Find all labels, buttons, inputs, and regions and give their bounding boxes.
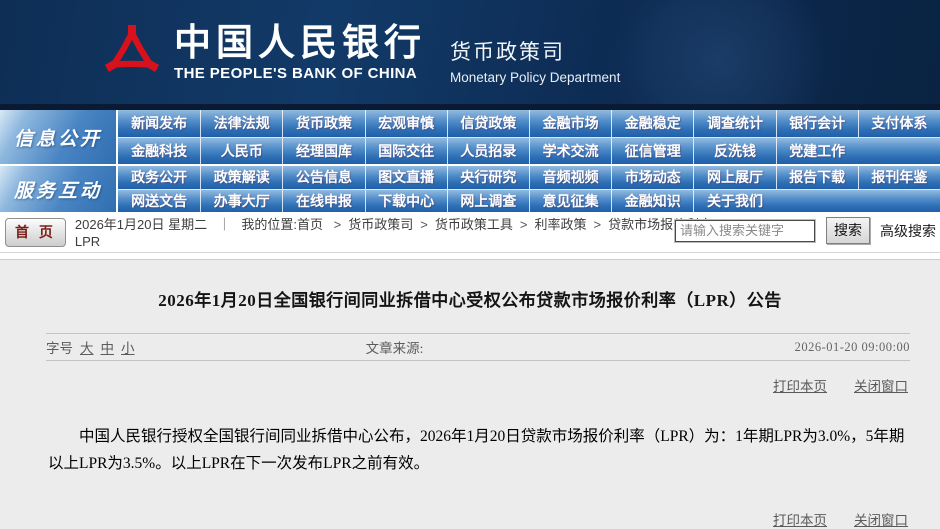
nav-item[interactable]: 办事大厅 (200, 189, 282, 212)
department-name-cn: 货币政策司 (450, 40, 565, 64)
nav-item[interactable]: 音频视频 (528, 166, 611, 189)
nav-item[interactable]: 学术交流 (528, 137, 611, 164)
breadcrumb-item[interactable]: 货币政策司 (348, 217, 413, 232)
nav-item[interactable]: 报告下载 (775, 166, 858, 189)
nav-item[interactable]: 市场动态 (611, 166, 693, 189)
print-page-link[interactable]: 打印本页 (773, 509, 827, 529)
breadcrumb-divider: ｜ (217, 217, 231, 232)
nav-item[interactable]: 货币政策 (282, 110, 364, 137)
nav-item[interactable]: 调查统计 (693, 110, 775, 137)
font-size-large-link[interactable]: 大 (80, 337, 94, 357)
close-window-link[interactable]: 关闭窗口 (854, 509, 908, 529)
nav-item-empty (776, 190, 858, 213)
department-name-en: Monetary Policy Department (450, 69, 621, 85)
article-meta-row: 字号 大 中 小 文章来源: 2026-01-20 09:00:00 (46, 333, 910, 361)
breadcrumb-separator: > (333, 217, 342, 232)
nav-item[interactable]: 下载中心 (364, 189, 447, 212)
nav-item[interactable]: 在线申报 (282, 189, 364, 212)
breadcrumb-location-home[interactable]: 我的位置:首页 (241, 217, 323, 232)
search-area: 搜索 高级搜索 (674, 217, 936, 244)
nav-item[interactable]: 金融稳定 (611, 110, 693, 137)
nav-item[interactable]: 国际交往 (364, 137, 447, 164)
site-header: 中国人民银行 THE PEOPLE'S BANK OF CHINA 货币政策司 … (0, 0, 940, 104)
breadcrumb-separator: > (420, 217, 428, 232)
nav-item[interactable]: 政务公开 (118, 166, 200, 189)
nav-item[interactable]: 法律法规 (200, 110, 282, 137)
nav-item[interactable]: 图文直播 (364, 166, 447, 189)
article-datetime: 2026-01-20 09:00:00 (794, 339, 910, 354)
current-date: 2026年1月20日 星期二 (74, 217, 208, 232)
home-button[interactable]: 首 页 (5, 218, 66, 247)
nav-item[interactable]: 金融知识 (611, 189, 693, 212)
article-source-label: 文章来源: (365, 341, 424, 356)
font-size-small-link[interactable]: 小 (121, 337, 135, 357)
breadcrumb-path: > 货币政策司 > 货币政策工具 > 利率政策 > 贷款市场报价利率 (327, 217, 712, 232)
breadcrumb-line2[interactable]: LPR (75, 233, 660, 250)
nav-row: 金融科技 人民币 经理国库 国际交往 人员招录 学术交流 征信管理 反洗钱 党建工作 (118, 136, 940, 165)
nav-item[interactable]: 金融科技 (118, 138, 200, 165)
nav-item[interactable]: 意见征集 (528, 189, 611, 212)
nav-row: 网送文告 办事大厅 在线申报 下载中心 网上调查 意见征集 金融知识 关于我们 (118, 188, 940, 213)
nav-item[interactable]: 银行会计 (775, 110, 858, 137)
breadcrumb-item[interactable]: 利率政策 (534, 217, 586, 232)
print-page-link[interactable]: 打印本页 (773, 375, 827, 395)
nav-band-services: 服务互动 政务公开 政策解读 公告信息 图文直播 央行研究 音频视频 市场动态 网上展厅 报告下… (0, 166, 940, 212)
breadcrumb-separator: > (593, 217, 602, 232)
nav-section-service-interaction[interactable]: 服务互动 (0, 166, 118, 212)
breadcrumb-item[interactable]: 货币政策工具 (435, 217, 513, 232)
breadcrumb: 2026年1月20日 星期二 ｜ 我的位置:首页 > 货币政策司 > 货币政策工具 > 利… (74, 216, 712, 250)
breadcrumb-separator: > (519, 217, 528, 232)
nav-item[interactable]: 网上展厅 (693, 166, 775, 189)
nav-rows-services: 政务公开 政策解读 公告信息 图文直播 央行研究 音频视频 市场动态 网上展厅 报告下载 报刊年鉴… (118, 166, 940, 212)
nav-item-empty (858, 138, 940, 165)
bank-name-cn: 中国人民银行 (174, 23, 426, 64)
nav-item[interactable]: 反洗钱 (693, 137, 775, 164)
article-title: 2026年1月20日全国银行间同业拆借中心受权公布贷款市场报价利率（LPR）公告 (158, 291, 782, 310)
nav-item[interactable]: 公告信息 (282, 166, 364, 189)
nav-item[interactable]: 金融市场 (528, 110, 611, 137)
nav-item[interactable]: 网上调查 (446, 189, 529, 212)
nav-item[interactable]: 人民币 (200, 137, 282, 164)
nav-row: 政务公开 政策解读 公告信息 图文直播 央行研究 音频视频 市场动态 网上展厅 报告下载 报刊年鉴 (118, 166, 940, 189)
nav-rows-information: 新闻发布 法律法规 货币政策 宏观审慎 信贷政策 金融市场 金融稳定 调查统计 银行会计 支付体系… (118, 110, 940, 164)
nav-item[interactable]: 经理国库 (282, 137, 364, 164)
nav-row: 新闻发布 法律法规 货币政策 宏观审慎 信贷政策 金融市场 金融稳定 调查统计 银行会计 支付体系 (118, 110, 940, 137)
advanced-search-link[interactable]: 高级搜索 (880, 221, 936, 241)
article-content-area: 2026年1月20日全国银行间同业拆借中心受权公布贷款市场报价利率（LPR）公告… (0, 259, 940, 529)
nav-item[interactable]: 政策解读 (200, 166, 282, 189)
nav-item[interactable]: 央行研究 (446, 166, 529, 189)
nav-item[interactable]: 征信管理 (611, 137, 693, 164)
nav-item[interactable]: 网送文告 (118, 190, 200, 213)
nav-item[interactable]: 新闻发布 (118, 110, 200, 137)
search-input[interactable] (674, 218, 816, 243)
nav-item[interactable]: 支付体系 (857, 110, 940, 137)
font-size-medium-link[interactable]: 中 (101, 337, 115, 357)
nav-item[interactable]: 信贷政策 (446, 110, 529, 137)
nav-item[interactable]: 宏观审慎 (364, 110, 447, 137)
pboc-logo-icon (104, 25, 160, 72)
close-window-link[interactable]: 关闭窗口 (854, 375, 908, 395)
nav-item[interactable]: 关于我们 (693, 189, 775, 212)
nav-item[interactable]: 人员招录 (446, 137, 529, 164)
bank-name-en: THE PEOPLE'S BANK OF CHINA (174, 65, 418, 82)
article-actions-bottom: 打印本页 关闭窗口 (46, 509, 908, 529)
search-button[interactable]: 搜索 (826, 217, 870, 244)
nav-item[interactable]: 报刊年鉴 (857, 166, 940, 189)
nav-item-empty (858, 190, 940, 213)
nav-item[interactable]: 党建工作 (775, 137, 858, 164)
font-size-label: 字号 (46, 341, 73, 356)
breadcrumb-bar: 首 页 2026年1月20日 星期二 ｜ 我的位置:首页 > 货币政策司 > 货币政策… (0, 212, 940, 253)
logo-row: 中国人民银行 THE PEOPLE'S BANK OF CHINA 货币政策司 … (0, 0, 940, 86)
nav-band-information: 信息公开 新闻发布 法律法规 货币政策 宏观审慎 信贷政策 金融市场 金融稳定 调查统计 银行会… (0, 110, 940, 164)
article-actions-top: 打印本页 关闭窗口 (46, 375, 908, 395)
article-body: 中国人民银行授权全国银行间同业拆借中心公布，2026年1月20日贷款市场报价利率… (48, 428, 905, 472)
nav-section-information-disclosure[interactable]: 信息公开 (0, 110, 118, 164)
